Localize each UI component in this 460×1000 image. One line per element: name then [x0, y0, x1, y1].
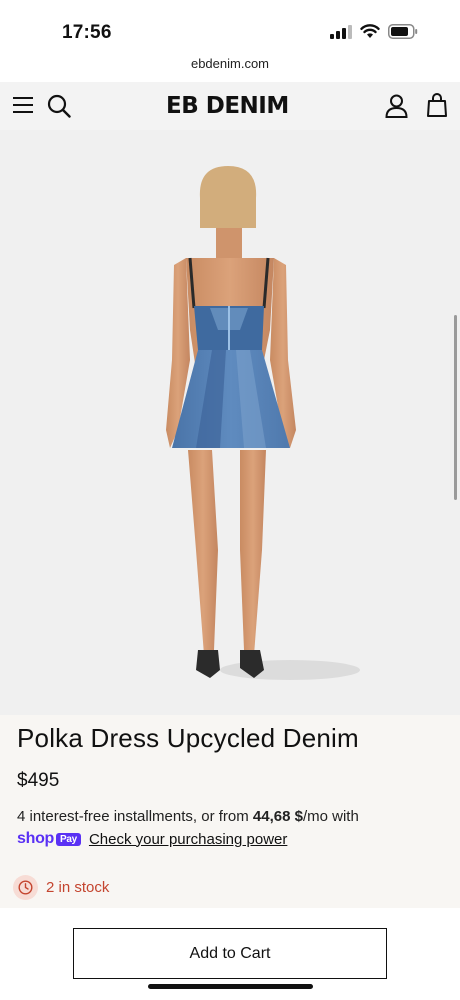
stock-text: 2 in stock [46, 879, 110, 896]
wifi-icon [360, 24, 380, 38]
shop-brand: shop [17, 830, 55, 847]
installments-text: 4 interest-free installments, or from 44… [17, 808, 359, 825]
search-icon[interactable] [47, 94, 71, 118]
battery-icon [388, 24, 418, 39]
shop-pay-line: shop Pay Check your purchasing power [17, 830, 287, 848]
product-price: $495 [17, 770, 60, 791]
pay-badge: Pay [56, 832, 81, 846]
product-image[interactable] [0, 130, 460, 715]
home-indicator[interactable] [148, 984, 313, 989]
check-purchasing-power-link[interactable]: Check your purchasing power [89, 831, 287, 848]
status-time: 17:56 [62, 22, 112, 43]
status-bar: 17:56 [0, 0, 460, 56]
product-photo [166, 166, 360, 680]
scroll-indicator[interactable] [454, 315, 457, 500]
clock-icon [13, 875, 38, 900]
account-icon[interactable] [385, 94, 408, 118]
product-info: Polka Dress Upcycled Denim $495 4 intere… [0, 715, 460, 908]
installments-prefix: 4 interest-free installments, or from [17, 808, 253, 825]
shop-pay-logo: shop Pay [17, 830, 81, 848]
menu-icon[interactable] [12, 96, 34, 114]
url-text: ebdenim.com [190, 56, 270, 71]
url-bar[interactable]: ebdenim.com [0, 56, 460, 82]
installments-suffix: /mo with [302, 808, 359, 825]
product-title: Polka Dress Upcycled Denim [17, 723, 359, 753]
site-logo[interactable]: EB DENIM [166, 93, 289, 119]
signal-icon [330, 24, 352, 39]
site-header: EB DENIM [0, 82, 460, 130]
add-to-cart-button[interactable]: Add to Cart [73, 928, 387, 979]
status-icons [330, 24, 418, 39]
bag-icon[interactable] [427, 93, 447, 117]
installments-amount: 44,68 $ [252, 808, 303, 825]
stock-status: 2 in stock [13, 875, 109, 900]
